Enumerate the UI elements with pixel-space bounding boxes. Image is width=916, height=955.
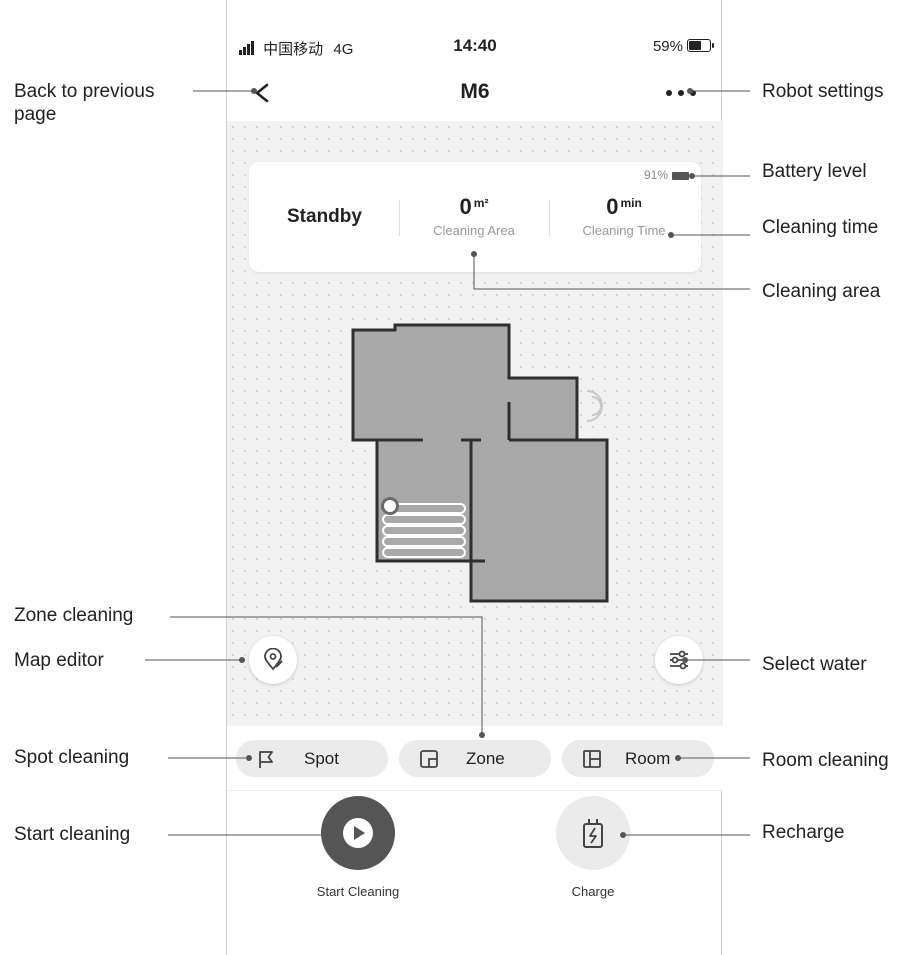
callout-cleaning-area: Cleaning area <box>762 281 881 302</box>
callout-spot-cleaning: Spot cleaning <box>14 747 130 768</box>
map-editor-button[interactable] <box>249 636 297 684</box>
phone-battery-percent: 59% <box>652 38 683 55</box>
zone-square-icon <box>420 750 438 768</box>
charge-button[interactable] <box>556 796 630 870</box>
battery-charge-icon <box>583 819 603 848</box>
map-pin-edit-icon <box>264 648 283 671</box>
app-screen: 中国移动 4G 14:40 59% M6 91% Standby 0 m² Cl… <box>226 0 723 955</box>
battery-icon <box>687 39 714 52</box>
callout-start-cleaning: Start cleaning <box>14 824 131 845</box>
callout-recharge: Recharge <box>762 822 845 843</box>
callout-select-water: Select water <box>762 654 867 675</box>
floor-map <box>351 323 609 603</box>
nav-bar: M6 <box>227 72 723 116</box>
flag-icon <box>259 751 273 768</box>
room-mode-label: Room <box>625 749 671 768</box>
spot-mode-label: Spot <box>304 749 339 768</box>
room-mode-button[interactable]: Room <box>562 740 714 777</box>
page-title: M6 <box>460 80 490 103</box>
room-grid-icon <box>583 750 601 768</box>
charge-label: Charge <box>571 884 615 899</box>
callout-battery-level: Battery level <box>762 161 867 182</box>
callout-robot-settings: Robot settings <box>762 81 884 102</box>
callout-room-cleaning: Room cleaning <box>762 750 889 771</box>
chevron-left-icon <box>255 83 269 103</box>
phone-battery: 59% <box>652 38 714 55</box>
map-area[interactable]: 91% Standby 0 m² Cleaning Area 0 min Clean… <box>227 121 723 726</box>
back-button[interactable] <box>247 78 277 108</box>
status-bar: 中国移动 4G 14:40 59% <box>227 30 723 64</box>
callout-zone-cleaning: Zone cleaning <box>14 605 134 626</box>
map-dock-station <box>586 390 603 422</box>
select-water-button[interactable] <box>655 636 703 684</box>
clock: 14:40 <box>453 36 497 55</box>
mode-bar: Spot Zone Room <box>227 726 723 791</box>
start-cleaning-label: Start Cleaning <box>316 884 400 899</box>
callout-cleaning-time: Cleaning time <box>762 217 879 238</box>
more-dots-icon <box>666 90 696 96</box>
zone-mode-label: Zone <box>466 749 505 768</box>
robot-settings-button[interactable] <box>661 80 705 106</box>
callout-back: Back to previous page <box>14 81 155 125</box>
zone-mode-button[interactable]: Zone <box>399 740 551 777</box>
robot-position <box>381 497 399 515</box>
play-icon <box>343 818 373 848</box>
spot-mode-button[interactable]: Spot <box>236 740 388 777</box>
start-cleaning-button[interactable] <box>321 796 395 870</box>
callout-map-editor: Map editor <box>14 650 104 671</box>
sliders-icon <box>670 650 688 670</box>
